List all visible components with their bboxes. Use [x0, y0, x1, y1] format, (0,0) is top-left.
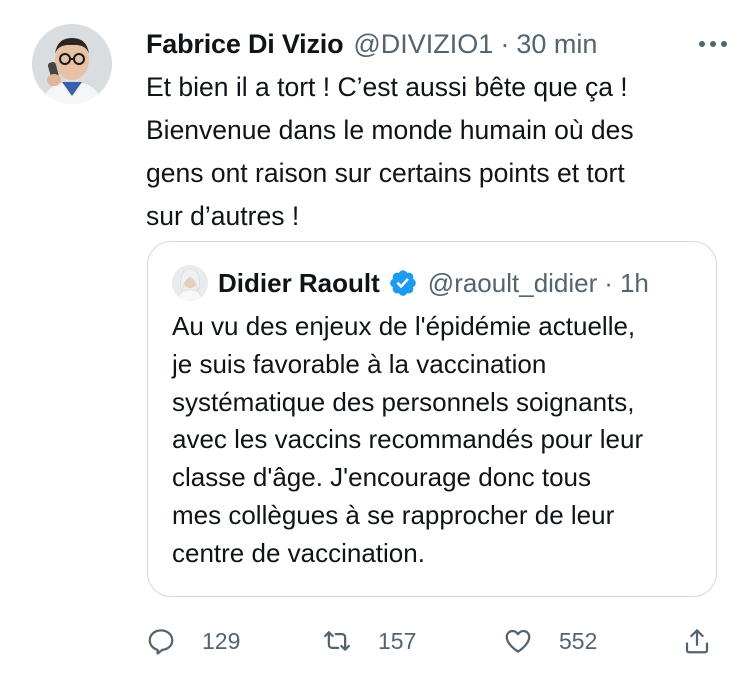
- reply-icon: [148, 629, 174, 655]
- reply-button[interactable]: 129: [146, 618, 240, 664]
- action-bar: 129 157 552: [146, 618, 718, 664]
- author-avatar[interactable]: [32, 24, 112, 104]
- tweet-text: Et bien il a tort ! C’est aussi bête que…: [146, 66, 716, 238]
- quoted-tweet-time: 1h: [619, 267, 649, 298]
- tweet-header: Fabrice Di Vizio @DIVIZIO1 · 30 min: [146, 26, 731, 62]
- heart-icon: [505, 629, 531, 653]
- quoted-text-line: mes collègues à se rapprocher de leur: [172, 499, 615, 530]
- tweet-text-line: Et bien il a tort ! C’est aussi bête que…: [146, 72, 628, 102]
- quoted-author-avatar: [172, 265, 208, 301]
- verified-badge-icon: [389, 270, 416, 296]
- quoted-text-line: classe d'âge. J'encourage donc tous: [172, 462, 591, 493]
- retweet-button[interactable]: 157: [322, 618, 416, 664]
- tweet-text-line: sur d’autres !: [146, 201, 300, 231]
- separator-dot: ·: [500, 29, 510, 59]
- retweet-count: 157: [378, 627, 417, 654]
- like-button[interactable]: 552: [503, 618, 597, 664]
- quoted-text-line: avec les vaccins recommandés pour leur: [172, 424, 644, 455]
- retweet-icon: [324, 631, 350, 651]
- tweet-time[interactable]: 30 min: [516, 26, 597, 62]
- quoted-tweet[interactable]: Didier Raoult @raoult_didier · 1h Au vu …: [147, 241, 717, 597]
- quoted-tweet-header: Didier Raoult @raoult_didier · 1h: [172, 264, 702, 302]
- author-handle[interactable]: @DIVIZIO1: [353, 26, 493, 62]
- quoted-text-line: Au vu des enjeux de l'épidémie actuelle,: [172, 311, 636, 341]
- like-count: 552: [559, 627, 598, 654]
- more-horizontal-icon: [699, 41, 727, 47]
- quoted-tweet-text: Au vu des enjeux de l'épidémie actuelle,…: [172, 308, 702, 573]
- tweet-text-line: Bienvenue dans le monde humain où des: [146, 115, 634, 145]
- separator-dot: ·: [604, 267, 613, 298]
- quoted-author-name: Didier Raoult: [218, 267, 380, 298]
- person-avatar-icon: [172, 265, 208, 301]
- share-button[interactable]: [682, 618, 712, 664]
- quoted-text-line: je suis favorable à la vaccination: [172, 348, 547, 379]
- share-icon: [685, 629, 709, 654]
- person-on-phone-avatar-icon: [32, 24, 112, 104]
- author-name[interactable]: Fabrice Di Vizio: [146, 26, 344, 62]
- quoted-author-handle: @raoult_didier: [427, 267, 598, 298]
- quoted-text-line: centre de vaccination.: [172, 537, 425, 568]
- tweet-text-line: gens ont raison sur certains points et t…: [146, 158, 625, 188]
- more-button[interactable]: [695, 26, 731, 62]
- quoted-text-line: systématique des personnels soignants,: [172, 386, 635, 417]
- reply-count: 129: [202, 627, 241, 654]
